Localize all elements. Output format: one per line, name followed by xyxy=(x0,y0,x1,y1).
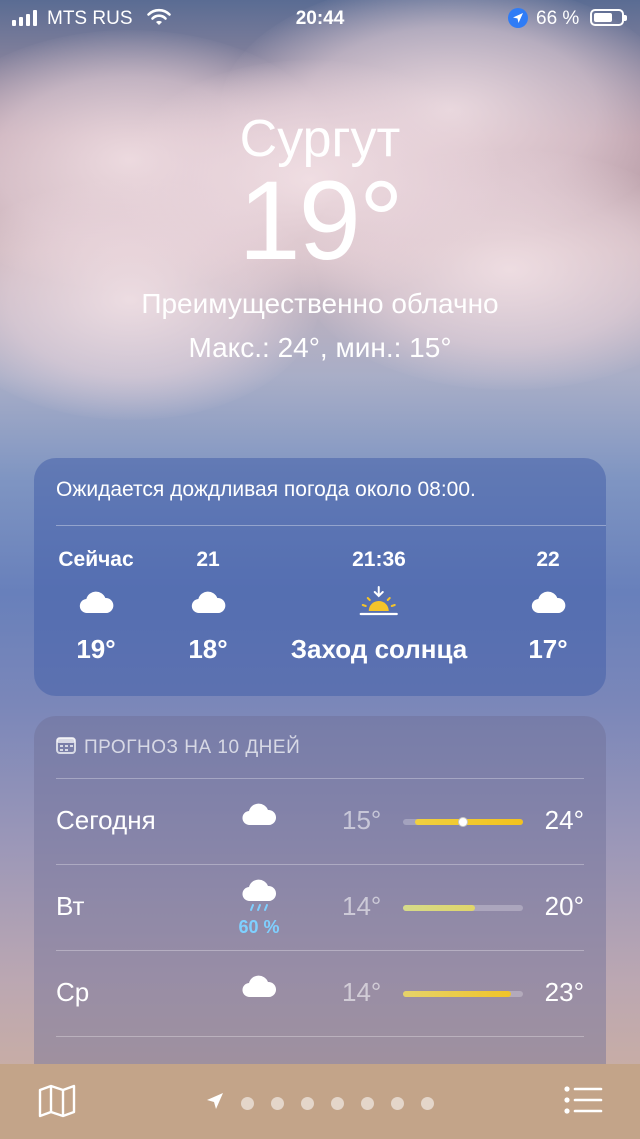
ten-day-header: ПРОГНОЗ НА 10 ДНЕЙ xyxy=(56,736,300,760)
location-arrow-icon[interactable] xyxy=(206,1092,224,1115)
ten-day-title: ПРОГНОЗ НА 10 ДНЕЙ xyxy=(84,737,301,758)
hour-time: Сейчас xyxy=(58,548,134,571)
list-icon[interactable] xyxy=(563,1085,603,1120)
temperature-range-bar xyxy=(403,817,523,827)
battery-icon xyxy=(590,9,627,26)
hourly-forecast-card[interactable]: Ожидается дождливая погода около 08:00. … xyxy=(34,458,606,696)
day-name: Вт xyxy=(56,891,85,921)
day-row[interactable]: Ср 14° 23° xyxy=(56,950,584,1037)
cloud-icon xyxy=(188,574,227,630)
bottom-toolbar xyxy=(0,1064,640,1139)
page-dot[interactable] xyxy=(331,1097,344,1110)
current-temp-marker xyxy=(458,817,468,827)
sunset-time: 21:36 xyxy=(352,548,406,571)
sunset-icon xyxy=(291,574,468,630)
weather-condition: Преимущественно облачно xyxy=(141,288,499,319)
range-fill xyxy=(403,905,475,911)
hour-temperature: 17° xyxy=(528,634,568,664)
carrier-name: MTS RUS xyxy=(47,8,133,29)
hour-temperature: 19° xyxy=(76,634,116,664)
day-row[interactable]: Сегодня 15° 24° xyxy=(56,778,584,865)
cloud-icon xyxy=(528,574,567,630)
divider xyxy=(56,525,606,526)
day-row[interactable]: Вт 60 % 14° 20° xyxy=(56,864,584,951)
page-indicator[interactable] xyxy=(0,1092,640,1115)
temperature-range-bar xyxy=(403,905,523,911)
day-name: Ср xyxy=(56,977,90,1007)
day-low: 15° xyxy=(342,805,382,835)
cloud-icon xyxy=(236,973,282,1004)
sunset-label: Заход солнца xyxy=(290,634,468,664)
page-dot[interactable] xyxy=(301,1097,314,1110)
hour-time: 22 xyxy=(536,548,560,571)
hour-temperature: 18° xyxy=(188,634,228,664)
day-high: 23° xyxy=(544,977,584,1007)
wifi-icon xyxy=(146,7,172,32)
hour-item: 22 17° xyxy=(528,548,567,665)
page-dot[interactable] xyxy=(361,1097,374,1110)
day-name: Сегодня xyxy=(56,805,156,835)
high-low-temperature: Макс.: 24°, мин.: 15° xyxy=(188,332,452,363)
page-dot[interactable] xyxy=(391,1097,404,1110)
cloud-icon xyxy=(236,801,282,832)
current-weather: Сургут 19° Преимущественно облачно Макс.… xyxy=(0,108,640,364)
page-dot[interactable] xyxy=(241,1097,254,1110)
signal-icon xyxy=(12,10,37,26)
calendar-icon xyxy=(56,736,76,760)
page-dot[interactable] xyxy=(271,1097,284,1110)
hour-item: 21 18° xyxy=(188,548,227,665)
page-dot[interactable] xyxy=(421,1097,434,1110)
current-temperature: 19° xyxy=(238,158,403,283)
temperature-range-bar xyxy=(403,991,523,997)
day-high: 24° xyxy=(544,805,584,835)
day-low: 14° xyxy=(342,977,382,1007)
range-fill xyxy=(403,991,511,997)
status-bar: MTS RUS 20:44 66 % xyxy=(0,0,640,38)
hour-time: 21 xyxy=(196,548,220,571)
location-services-icon xyxy=(508,8,528,28)
precipitation-chance: 60 % xyxy=(238,917,280,937)
hour-item: Сейчас 19° xyxy=(58,548,133,665)
day-low: 14° xyxy=(342,891,382,921)
battery-percent: 66 % xyxy=(536,8,580,29)
cloud-icon xyxy=(58,574,133,630)
hour-item-sunset: 21:36 Заход солнца xyxy=(291,548,468,665)
day-high: 20° xyxy=(544,891,584,921)
cloud-rain-icon xyxy=(236,879,282,918)
range-fill xyxy=(415,819,523,825)
forecast-note: Ожидается дождливая погода около 08:00. xyxy=(56,478,476,501)
